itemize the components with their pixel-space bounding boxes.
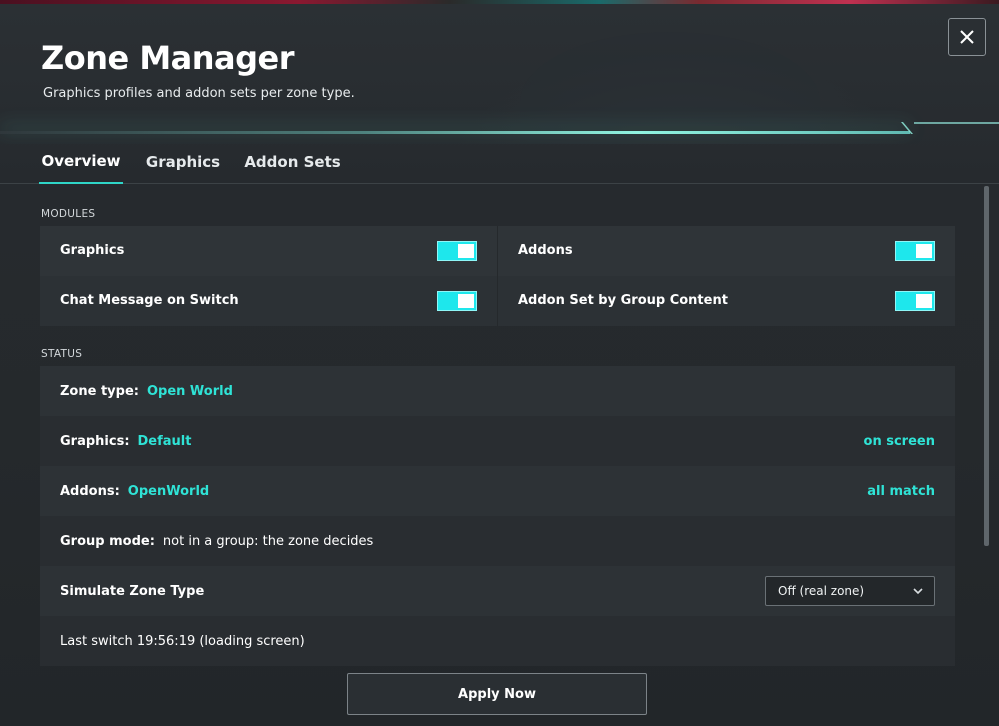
graphics-key: Graphics: [60,433,130,449]
status-row-zone-type: Zone type: Open World [40,366,955,416]
module-graphics-label: Graphics [60,243,125,258]
last-switch-text: Last switch 19:56:19 (loading screen) [60,633,305,649]
status-row-addons: Addons: OpenWorld all match [40,466,955,516]
simulate-zone-type-select[interactable]: Off (real zone) [765,576,935,606]
addons-key: Addons: [60,483,120,499]
module-addon-set-group-label: Addon Set by Group Content [518,293,728,308]
module-graphics-toggle[interactable] [437,241,477,261]
zone-manager-window: Zone Manager Graphics profiles and addon… [0,4,999,726]
graphics-value: Default [137,433,192,449]
status-row-graphics: Graphics: Default on screen [40,416,955,466]
status-section-label: STATUS [41,348,83,360]
group-mode-key: Group mode: [60,533,155,549]
simulate-zone-type-selected: Off (real zone) [778,584,865,598]
window-title: Zone Manager [41,39,295,77]
modules-section-label: MODULES [41,208,96,220]
zone-type-key: Zone type: [60,383,139,399]
tab-addon-sets[interactable]: Addon Sets [240,140,345,184]
modules-panel: Graphics Addons Chat Message on Switch A… [40,226,955,326]
zone-type-value: Open World [146,383,233,399]
group-mode-value: not in a group: the zone decides [162,533,374,549]
addons-state: all match [867,483,935,499]
tab-overview[interactable]: Overview [39,140,123,184]
module-addons-label: Addons [518,243,573,258]
close-button[interactable] [948,18,986,56]
chevron-down-icon [913,588,923,595]
simulate-zone-type-label: Simulate Zone Type [60,583,205,599]
status-row-last-switch: Last switch 19:56:19 (loading screen) [40,616,955,666]
tab-graphics[interactable]: Graphics [140,140,226,184]
module-addons-toggle[interactable] [895,241,935,261]
scrollbar[interactable] [984,186,989,546]
status-panel: Zone type: Open World Graphics: Default … [40,366,955,666]
tab-bar: Overview Graphics Addon Sets [0,140,999,184]
module-addon-set-group-toggle[interactable] [895,291,935,311]
module-chat-message-label: Chat Message on Switch [60,293,239,308]
addons-value: OpenWorld [127,483,210,499]
status-row-simulate: Simulate Zone Type Off (real zone) [40,566,955,616]
graphics-state: on screen [863,433,935,449]
apply-now-button[interactable]: Apply Now [347,673,647,715]
close-icon [960,30,974,44]
window-subtitle: Graphics profiles and addon sets per zon… [43,86,355,101]
module-chat-message-toggle[interactable] [437,291,477,311]
status-row-group-mode: Group mode: not in a group: the zone dec… [40,516,955,566]
